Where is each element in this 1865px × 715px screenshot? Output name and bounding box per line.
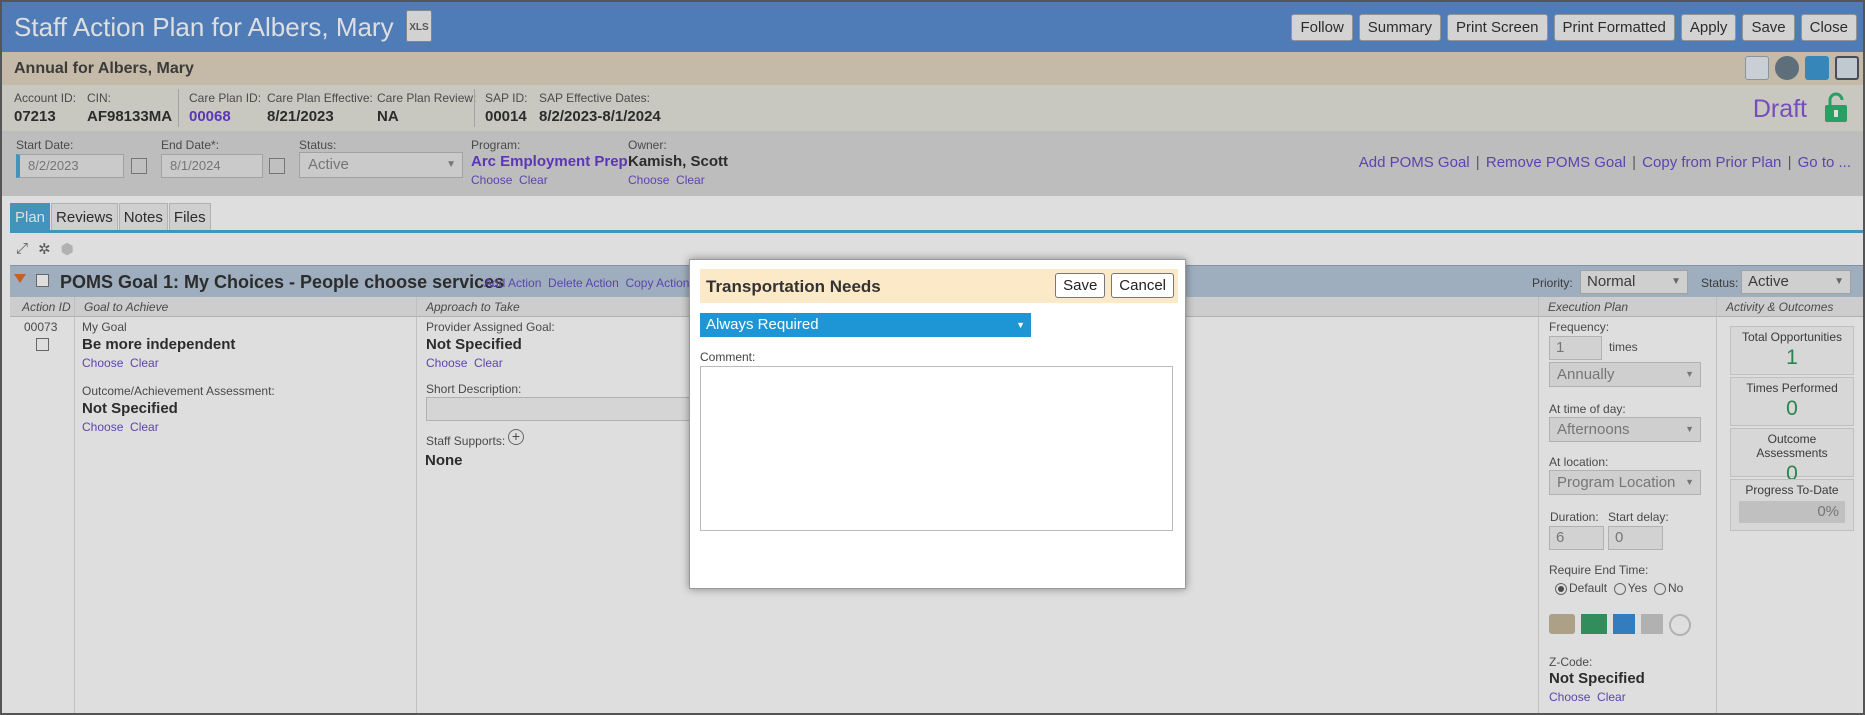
dialog-header: Transportation Needs Save Cancel <box>700 269 1178 303</box>
transportation-select[interactable]: Always Required ▼ <box>700 313 1031 337</box>
dialog-cancel-button[interactable]: Cancel <box>1111 273 1174 298</box>
transportation-needs-dialog: Transportation Needs Save Cancel Always … <box>689 259 1186 589</box>
chevron-down-icon: ▼ <box>1016 320 1025 330</box>
dialog-save-button[interactable]: Save <box>1055 273 1106 298</box>
app-window: Staff Action Plan for Albers, Mary XLS F… <box>0 0 1865 715</box>
dialog-buttons: Save Cancel <box>1055 273 1174 298</box>
comment-textarea[interactable] <box>700 366 1173 531</box>
dialog-title: Transportation Needs <box>706 277 881 296</box>
